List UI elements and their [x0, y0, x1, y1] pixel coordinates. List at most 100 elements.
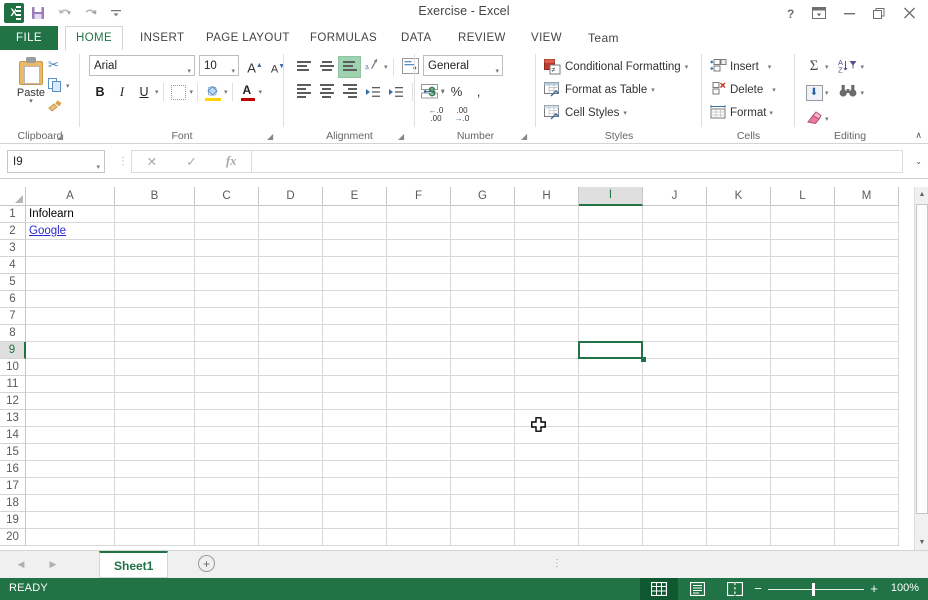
add-sheet-button[interactable]: + [198, 555, 215, 572]
name-box[interactable]: I9 ▾ [7, 150, 105, 173]
cell-h5[interactable] [515, 274, 579, 291]
align-middle-button[interactable] [315, 56, 338, 78]
fill-color-dropdown-arrow[interactable]: ▾ [224, 88, 228, 96]
normal-view-button[interactable] [640, 578, 678, 600]
cell-k18[interactable] [707, 495, 771, 512]
cell-d7[interactable] [259, 308, 323, 325]
cell-i11[interactable] [579, 376, 643, 393]
cell-d17[interactable] [259, 478, 323, 495]
underline-dropdown-arrow[interactable]: ▾ [155, 88, 159, 96]
cell-b13[interactable] [115, 410, 195, 427]
confirm-entry-button[interactable]: ✓ [172, 154, 212, 169]
row-header-11[interactable]: 11 [0, 376, 26, 393]
row-header-9[interactable]: 9 [0, 342, 26, 359]
formula-input[interactable] [251, 150, 903, 173]
cell-l17[interactable] [771, 478, 835, 495]
cell-i12[interactable] [579, 393, 643, 410]
cell-d3[interactable] [259, 240, 323, 257]
align-bottom-button[interactable] [338, 56, 361, 78]
cell-c8[interactable] [195, 325, 259, 342]
cell-g10[interactable] [451, 359, 515, 376]
cell-b19[interactable] [115, 512, 195, 529]
cell-f18[interactable] [387, 495, 451, 512]
cell-k17[interactable] [707, 478, 771, 495]
cell-e5[interactable] [323, 274, 387, 291]
zoom-slider[interactable]: − + [752, 578, 880, 600]
cell-a15[interactable] [26, 444, 115, 461]
cell-h6[interactable] [515, 291, 579, 308]
clear-button[interactable] [803, 111, 825, 126]
column-header-g[interactable]: G [451, 187, 515, 206]
cell-k14[interactable] [707, 427, 771, 444]
cell-d13[interactable] [259, 410, 323, 427]
cell-i5[interactable] [579, 274, 643, 291]
cell-e6[interactable] [323, 291, 387, 308]
cell-l14[interactable] [771, 427, 835, 444]
sort-filter-button[interactable]: AZ [835, 58, 861, 75]
cell-g1[interactable] [451, 206, 515, 223]
format-as-table-dropdown-arrow[interactable]: ▾ [651, 86, 655, 94]
zoom-slider-thumb[interactable] [812, 583, 815, 596]
row-header-1[interactable]: 1 [0, 206, 26, 223]
autosum-dropdown-arrow[interactable]: ▾ [825, 63, 829, 71]
row-header-6[interactable]: 6 [0, 291, 26, 308]
cell-j17[interactable] [643, 478, 707, 495]
cell-m13[interactable] [835, 410, 899, 427]
cell-i3[interactable] [579, 240, 643, 257]
increase-decimal-button[interactable]: ←.0.00 [423, 104, 449, 126]
column-header-k[interactable]: K [707, 187, 771, 206]
cell-j1[interactable] [643, 206, 707, 223]
cell-e14[interactable] [323, 427, 387, 444]
cell-f6[interactable] [387, 291, 451, 308]
cell-b17[interactable] [115, 478, 195, 495]
cell-j19[interactable] [643, 512, 707, 529]
cell-g5[interactable] [451, 274, 515, 291]
cell-h13[interactable] [515, 410, 579, 427]
cell-c16[interactable] [195, 461, 259, 478]
cell-g17[interactable] [451, 478, 515, 495]
cell-b20[interactable] [115, 529, 195, 546]
cell-c11[interactable] [195, 376, 259, 393]
cell-a14[interactable] [26, 427, 115, 444]
cell-a17[interactable] [26, 478, 115, 495]
cell-h11[interactable] [515, 376, 579, 393]
italic-button[interactable]: I [111, 81, 133, 103]
cell-f10[interactable] [387, 359, 451, 376]
cell-m16[interactable] [835, 461, 899, 478]
cell-f5[interactable] [387, 274, 451, 291]
cell-d12[interactable] [259, 393, 323, 410]
tab-view[interactable]: VIEW [521, 26, 572, 50]
cell-l4[interactable] [771, 257, 835, 274]
cell-j12[interactable] [643, 393, 707, 410]
scroll-down-button[interactable]: ▼ [915, 535, 928, 550]
cell-k12[interactable] [707, 393, 771, 410]
cell-d9[interactable] [259, 342, 323, 359]
cell-k8[interactable] [707, 325, 771, 342]
previous-sheet-button[interactable]: ◀ [14, 555, 28, 573]
cell-i13[interactable] [579, 410, 643, 427]
cell-i9[interactable] [579, 342, 643, 359]
cell-m2[interactable] [835, 223, 899, 240]
cell-f15[interactable] [387, 444, 451, 461]
cell-d10[interactable] [259, 359, 323, 376]
cell-c15[interactable] [195, 444, 259, 461]
cell-g9[interactable] [451, 342, 515, 359]
format-cells-button[interactable]: Format ▾ [710, 101, 773, 124]
cell-f17[interactable] [387, 478, 451, 495]
cell-k1[interactable] [707, 206, 771, 223]
cell-l7[interactable] [771, 308, 835, 325]
cell-k3[interactable] [707, 240, 771, 257]
cell-l20[interactable] [771, 529, 835, 546]
sheet-split-handle[interactable]: ⋮ [552, 559, 562, 568]
tab-home[interactable]: HOME [65, 26, 123, 51]
cell-k9[interactable] [707, 342, 771, 359]
row-header-8[interactable]: 8 [0, 325, 26, 342]
cell-c6[interactable] [195, 291, 259, 308]
cell-i17[interactable] [579, 478, 643, 495]
zoom-in-button[interactable]: + [868, 581, 880, 596]
decrease-indent-button[interactable] [361, 81, 384, 103]
accounting-format-button[interactable]: $ [423, 80, 441, 102]
vertical-scrollbar[interactable]: ▲ ▼ [914, 187, 928, 550]
cell-a20[interactable] [26, 529, 115, 546]
row-header-15[interactable]: 15 [0, 444, 26, 461]
